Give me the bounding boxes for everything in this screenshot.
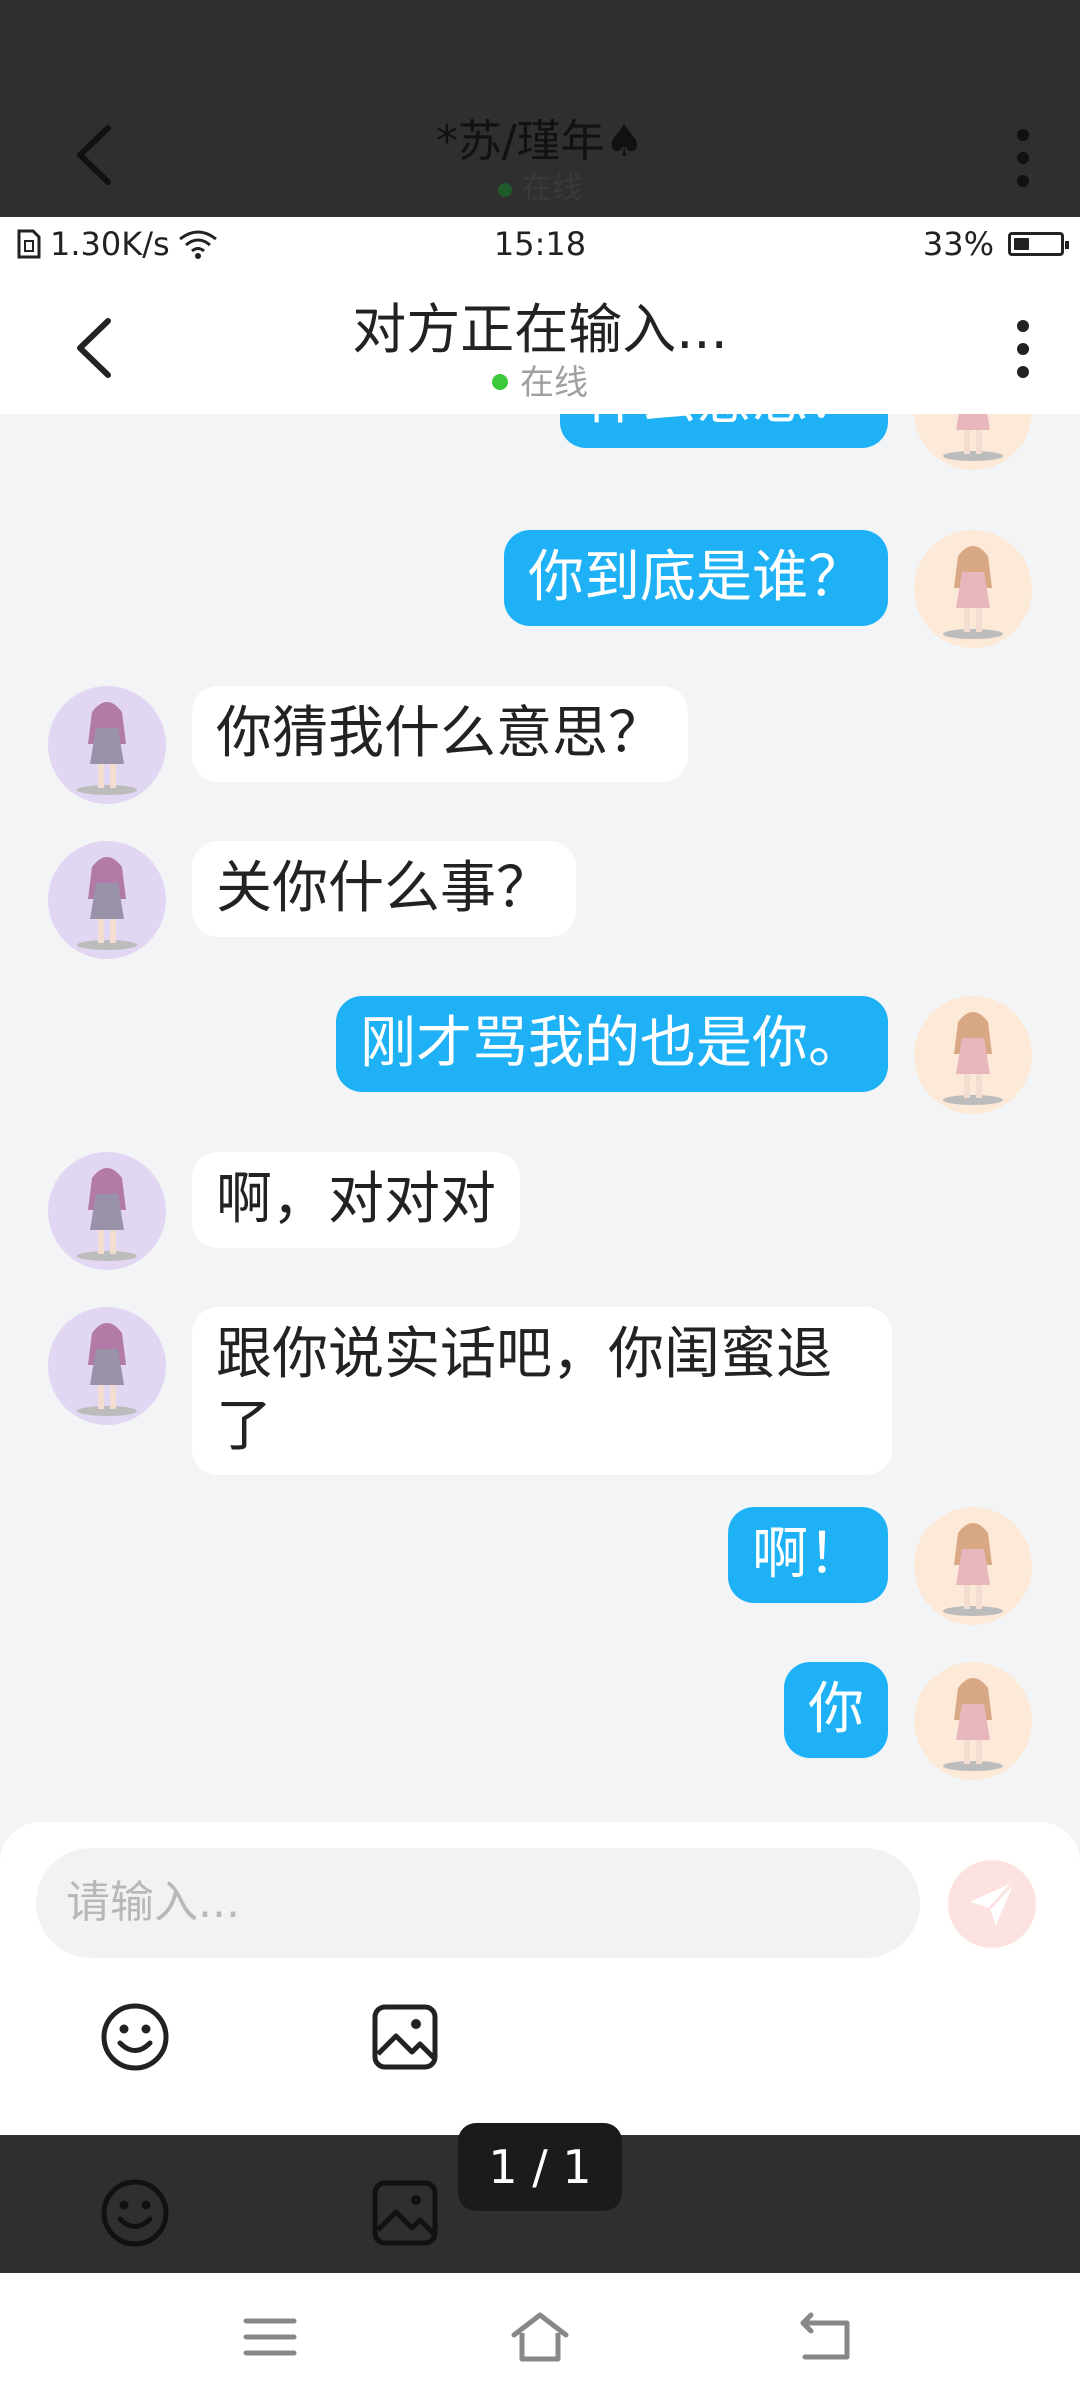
message-input[interactable]: 请输入...: [36, 1848, 920, 1958]
my-message-bubble[interactable]: 刚才骂我的也是你。: [336, 996, 888, 1092]
other-message-row: 你猜我什么意思？: [48, 686, 688, 804]
online-status: 在线: [0, 355, 1080, 404]
contact-avatar[interactable]: [48, 686, 166, 804]
online-dot-icon: [498, 182, 512, 197]
my-message-row: 啊！: [728, 1507, 1032, 1625]
my-message-row: 什么意思？: [560, 414, 1032, 470]
composer: 请输入...: [0, 1822, 1080, 2135]
my-avatar[interactable]: [914, 530, 1032, 648]
chat-title: 对方正在输入...: [352, 298, 728, 361]
viewer-top-bar: *苏/瑾年♠ 在线: [0, 0, 1080, 217]
other-message-bubble[interactable]: 你猜我什么意思？: [192, 686, 688, 782]
battery-percent: 33%: [922, 225, 994, 263]
status-bar: 1.30K/s 15:18 33%: [0, 217, 1080, 271]
online-dot-icon: [492, 373, 508, 390]
back-icon[interactable]: [795, 2309, 855, 2365]
other-message-row: 跟你说实话吧，你闺蜜退了: [48, 1307, 892, 1475]
my-message-row: 你到底是谁？: [504, 530, 1032, 648]
my-avatar[interactable]: [914, 1507, 1032, 1625]
send-button[interactable]: [948, 1860, 1036, 1948]
contact-avatar[interactable]: [48, 1152, 166, 1270]
my-message-row: 刚才骂我的也是你。: [336, 996, 1032, 1114]
more-vertical-icon[interactable]: [1016, 319, 1030, 379]
other-message-row: 关你什么事？: [48, 841, 576, 959]
my-message-bubble[interactable]: 啊！: [728, 1507, 888, 1603]
my-avatar[interactable]: [914, 1662, 1032, 1780]
viewer-status-text: 在线: [522, 171, 582, 206]
my-avatar[interactable]: [914, 414, 1032, 470]
viewer-status: 在线: [0, 163, 1080, 207]
emoji-icon[interactable]: [100, 2002, 170, 2072]
other-message-row: 啊，对对对: [48, 1152, 520, 1270]
my-message-bubble[interactable]: 什么意思？: [560, 414, 888, 448]
menu-icon[interactable]: [240, 2309, 300, 2365]
viewer-title: *苏/瑾年♠: [435, 116, 645, 167]
send-icon: [970, 1880, 1016, 1926]
chat-header: 对方正在输入... 在线: [0, 271, 1080, 414]
online-status-text: 在线: [520, 363, 588, 403]
page-indicator: 1 / 1: [458, 2123, 622, 2211]
my-message-bubble[interactable]: 你到底是谁？: [504, 530, 888, 626]
system-nav-bar: [0, 2273, 1080, 2400]
my-avatar[interactable]: [914, 996, 1032, 1114]
viewer-bottom-bar: 1 / 1: [0, 2123, 1080, 2273]
more-vertical-icon[interactable]: [1016, 128, 1030, 188]
contact-avatar[interactable]: [48, 841, 166, 959]
other-message-bubble[interactable]: 啊，对对对: [192, 1152, 520, 1248]
contact-avatar[interactable]: [48, 1307, 166, 1425]
image-icon: [372, 2180, 438, 2246]
image-icon[interactable]: [370, 2002, 440, 2072]
my-message-bubble[interactable]: 你: [784, 1662, 888, 1758]
home-icon[interactable]: [510, 2309, 570, 2365]
my-message-row: 你: [784, 1662, 1032, 1780]
battery-icon: [1008, 232, 1069, 256]
clock: 15:18: [493, 225, 587, 263]
other-message-bubble[interactable]: 关你什么事？: [192, 841, 576, 937]
emoji-icon: [101, 2179, 169, 2247]
message-list[interactable]: 什么意思？ 你到底是谁？ 你猜我什么意思？ 关你什么事？ 刚才骂我的也是你。啊，对对对跟…: [0, 414, 1080, 1824]
other-message-bubble[interactable]: 跟你说实话吧，你闺蜜退了: [192, 1307, 892, 1475]
